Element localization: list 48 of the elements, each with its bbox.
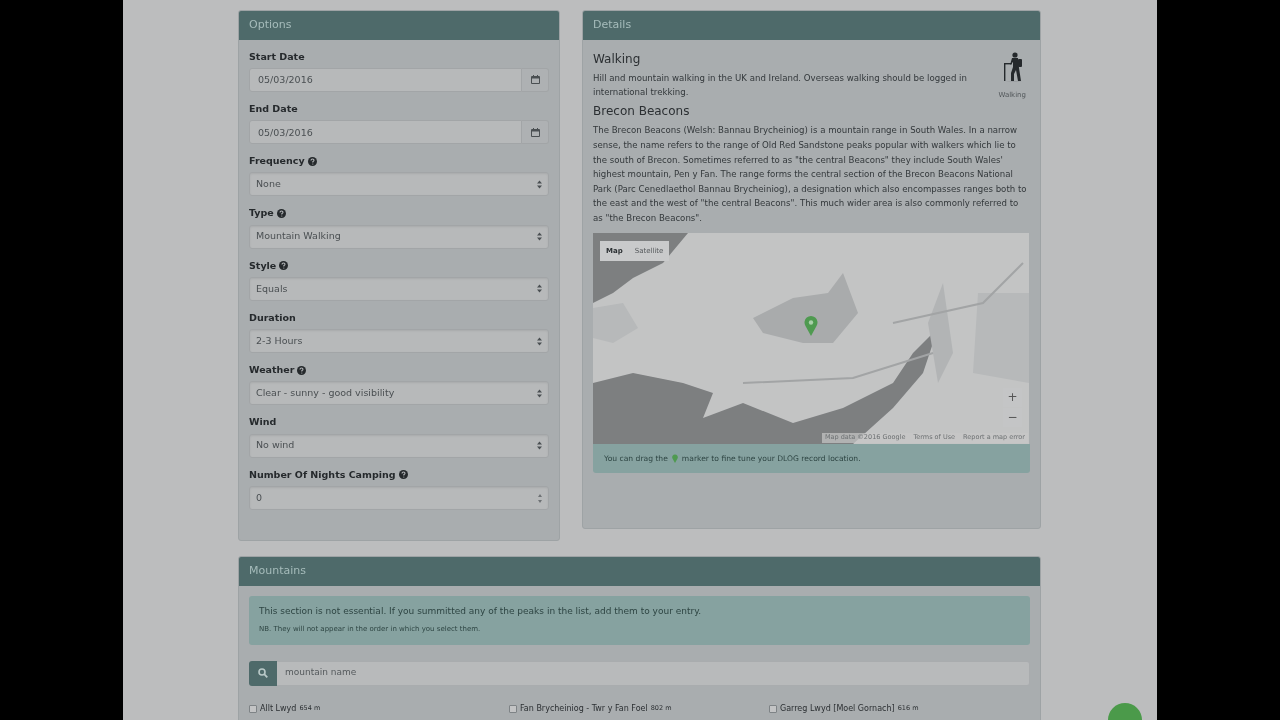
search-icon — [258, 668, 268, 678]
checkbox[interactable] — [249, 704, 257, 713]
select-field[interactable]: Equals — [249, 276, 549, 301]
spinner-icon — [538, 492, 542, 504]
peak-name: Fan Brycheiniog - Twr y Fan Foel — [520, 702, 648, 715]
calendar-button[interactable] — [522, 120, 549, 144]
updown-arrows-icon — [537, 441, 542, 450]
checkbox[interactable] — [509, 704, 517, 713]
map-marker-icon — [671, 453, 678, 463]
search-field[interactable]: mountain name — [277, 660, 1030, 686]
calendar-icon — [530, 75, 540, 85]
map-marker-icon — [804, 315, 818, 336]
panel-title: Mountains — [239, 557, 1040, 586]
field-label: Number Of Nights Camping — [249, 467, 396, 482]
field-label: Style — [249, 258, 277, 273]
date-field[interactable]: 05/03/2016 — [249, 67, 522, 92]
updown-arrows-icon — [537, 284, 542, 294]
panel-title: Details — [583, 11, 1040, 40]
updown-arrows-icon — [537, 179, 542, 189]
date-field[interactable]: 05/03/2016 — [249, 120, 522, 144]
number-field[interactable]: 0 — [249, 485, 549, 510]
select-field[interactable]: No wind — [249, 433, 549, 458]
field-label: Wind — [249, 415, 277, 430]
select-field[interactable]: 2-3 Hours — [249, 329, 549, 353]
field-label: Start Date — [249, 49, 305, 64]
peak-name: Garreg Lwyd [Moel Gornach] — [780, 702, 895, 715]
calendar-button[interactable] — [522, 67, 549, 92]
field-label: Weather — [249, 363, 295, 377]
field-label: Type — [249, 206, 274, 221]
updown-arrows-icon — [537, 232, 542, 241]
area-description: The Brecon Beacons (Welsh: Bannau Brycheiniog) is a mountain range in South Wales. In a narrow sense, the name refers to the range of Old Red Sandstone peaks popular with walkers which lie to the south of Brecon. Sometimes referred to as "the central Beacons" they include South Wales' highest mountain, Pen y Fan. The range forms the central section of the Brecon Beacons National Park (Parc Cenedlaethol Bannau Brycheiniog), a designation which also encompasses ranges both to the east and the west of "the central Beacons". This much wider area is also commonly referred to as "the Brecon Beacons". — [593, 124, 1028, 226]
activity-heading: Walking — [593, 51, 642, 66]
panel-title: Options — [239, 11, 559, 40]
notice-text: This section is not essential. If you summitted any of the peaks in the list, add them to your entry. — [259, 604, 703, 618]
field-label: Frequency — [249, 154, 305, 168]
select-field[interactable]: Clear - sunny - good visibility — [249, 381, 549, 406]
calendar-icon — [530, 127, 540, 137]
select-field[interactable]: None — [249, 172, 549, 197]
checkbox[interactable] — [769, 704, 777, 713]
search-button[interactable] — [249, 660, 277, 686]
field-label: End Date — [249, 101, 298, 116]
updown-arrows-icon — [537, 336, 542, 346]
peak-name: Allt Lwyd — [260, 702, 297, 715]
field-label: Duration — [249, 310, 296, 325]
activity-description: Hill and mountain walking in the UK and Ireland. Overseas walking should be logged in international trekking. — [593, 71, 968, 100]
select-field[interactable]: Mountain Walking — [249, 224, 549, 249]
area-heading: Brecon Beacons — [593, 104, 691, 119]
updown-arrows-icon — [537, 388, 542, 398]
